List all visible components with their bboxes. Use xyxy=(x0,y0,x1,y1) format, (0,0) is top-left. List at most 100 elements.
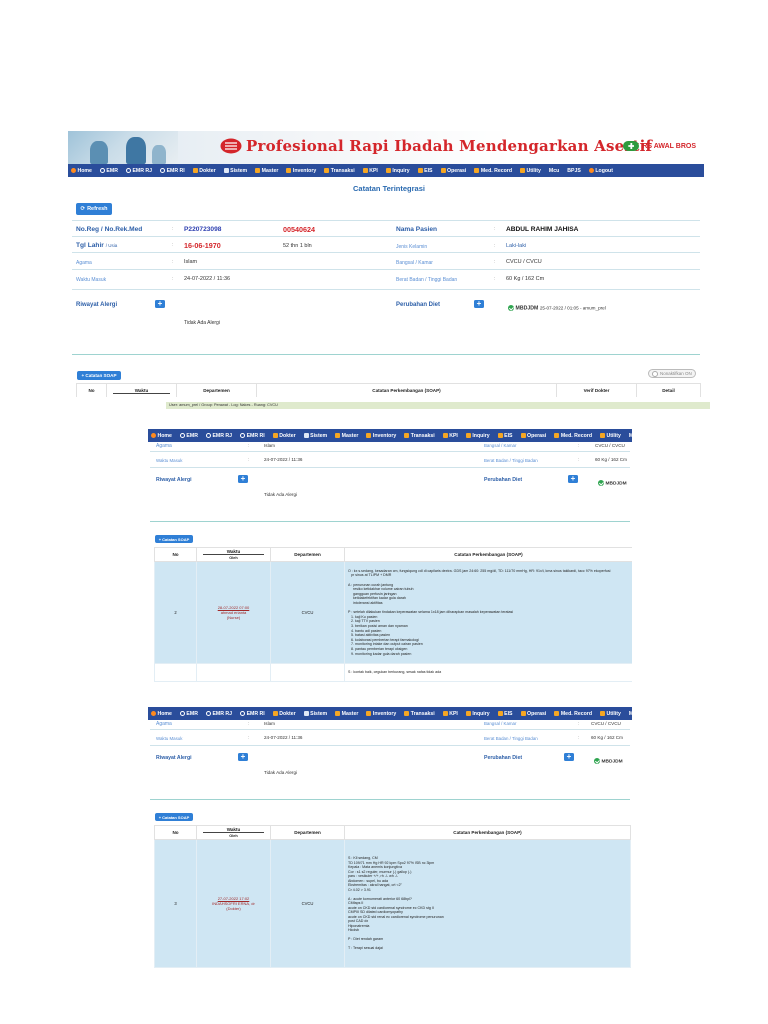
nav-item-transaksi[interactable]: Transaksi xyxy=(404,433,435,439)
nav-item-inquiry[interactable]: Inquiry xyxy=(465,711,490,717)
nav-item-home[interactable]: Home xyxy=(151,433,172,439)
nav-item-operasi[interactable]: Operasi xyxy=(520,433,546,439)
nav-item-inventory[interactable]: Inventory xyxy=(366,433,396,439)
add-alergi-button[interactable]: + xyxy=(238,753,248,761)
row-departemen: CVCU xyxy=(270,561,345,664)
alergi-value: Tidak Ada Alergi xyxy=(184,320,220,326)
hospital-logo: RS AWAL BROS xyxy=(623,141,696,151)
nav-item-utility[interactable]: Utility xyxy=(520,168,541,174)
add-diet-button[interactable]: + xyxy=(474,300,484,308)
nav-item-operasi[interactable]: Operasi xyxy=(440,168,466,174)
add-soap-button[interactable]: + Catatan SOAP xyxy=(155,535,193,543)
add-diet-button[interactable]: + xyxy=(564,753,574,761)
nav-item-dokter[interactable]: Dokter xyxy=(272,433,296,439)
add-soap-button[interactable]: + Catatan SOAP xyxy=(155,813,193,821)
table-row[interactable]: 2 28-07-2022 07:00 ahmad erianta (Nurse)… xyxy=(154,561,632,664)
nav-item-emr-ri[interactable]: EMR RI xyxy=(240,433,265,439)
home-icon xyxy=(151,711,156,716)
nav-item-emr[interactable]: EMR xyxy=(179,433,198,439)
add-alergi-button[interactable]: + xyxy=(238,475,248,483)
plus-icon xyxy=(520,711,526,716)
nav-item-mcu[interactable]: Mcu xyxy=(629,711,632,717)
nav-item-logout[interactable]: Logout xyxy=(588,168,613,174)
soap-table: No Waktu Oleh Departemen Catatan Perkemba… xyxy=(154,825,631,968)
nav-item-emr-rj[interactable]: EMR RJ xyxy=(205,711,232,717)
bb-label: Berat Badan / Tinggi Badan xyxy=(484,736,538,741)
diet-entry: MBDJDM xyxy=(594,758,623,764)
diet-entry: MBDJDM xyxy=(598,480,627,486)
nav-item-operasi[interactable]: Operasi xyxy=(520,711,546,717)
nav-item-sistem[interactable]: Sistem xyxy=(303,433,327,439)
nav-item-kpi[interactable]: KPI xyxy=(442,433,458,439)
bangsal-value: CVCU / CVCU xyxy=(595,443,625,448)
toggle-knob xyxy=(652,370,658,377)
col-catatan: Catatan Perkembangan (SOAP) xyxy=(344,547,632,562)
home-icon xyxy=(71,168,76,173)
nav-item-sistem[interactable]: Sistem xyxy=(223,168,247,174)
nav-item-emr-ri[interactable]: EMR RI xyxy=(240,711,265,717)
nav-item-master[interactable]: Master xyxy=(335,433,358,439)
add-soap-button[interactable]: + Catatan SOAP xyxy=(77,371,121,380)
nav-item-transaksi[interactable]: Transaksi xyxy=(324,168,355,174)
nav-item-home[interactable]: Home xyxy=(151,711,172,717)
nav-item-master[interactable]: Master xyxy=(335,711,358,717)
nav-item-bpjs[interactable]: BPJS xyxy=(567,168,581,174)
bb-value: 60 Kg / 162 Cm xyxy=(591,735,623,740)
search-icon xyxy=(385,168,391,173)
agama-label: Agama xyxy=(76,260,92,266)
nav-item-inventory[interactable]: Inventory xyxy=(286,168,316,174)
col-no: No xyxy=(154,547,197,562)
add-diet-button[interactable]: + xyxy=(568,475,578,483)
table-row[interactable]: 3 27-07-2022 17:02 INDAHSOFRI ERNA, dr (… xyxy=(154,839,631,968)
nav-item-emr-rj[interactable]: EMR RJ xyxy=(205,433,232,439)
record-icon xyxy=(205,433,211,438)
bb-value: 60 Kg / 162 Cm xyxy=(595,457,627,462)
nav-item-sistem[interactable]: Sistem xyxy=(303,711,327,717)
tgl-lahir-label: Tgl Lahir / Usia xyxy=(76,242,118,249)
nav-item-dokter[interactable]: Dokter xyxy=(272,711,296,717)
nav-item-kpi[interactable]: KPI xyxy=(362,168,378,174)
add-alergi-button[interactable]: + xyxy=(155,300,165,308)
row-no: 3 xyxy=(154,839,197,968)
nav-item-emr-ri[interactable]: EMR RI xyxy=(160,168,185,174)
alergi-label: Riwayat Alergi xyxy=(76,302,118,308)
row-soap: S : Kll sedang, CM TD 109/71 mm Hg HR 92… xyxy=(344,839,631,968)
nav-item-med-record[interactable]: Med. Record xyxy=(554,433,592,439)
nav-item-eis[interactable]: EIS xyxy=(497,711,513,717)
nav-item-inventory[interactable]: Inventory xyxy=(366,711,396,717)
database-icon xyxy=(255,168,261,173)
bangsal-value: CVCU / CVCU xyxy=(591,721,621,726)
nav-item-eis[interactable]: EIS xyxy=(497,433,513,439)
table-row[interactable]: S : kontak baik, cegukan berkurang, sesa… xyxy=(154,663,632,682)
bb-label: Berat Badan / Tinggi Badan xyxy=(396,277,458,283)
nav-item-emr[interactable]: EMR xyxy=(99,168,118,174)
nav-item-inquiry[interactable]: Inquiry xyxy=(465,433,490,439)
nav-item-dokter[interactable]: Dokter xyxy=(192,168,216,174)
screenshot-panel-2: Home EMR EMR RJ EMR RI Dokter Sistem Master Inv… xyxy=(148,429,632,692)
col-no: No xyxy=(154,825,197,840)
nav-item-mcu[interactable]: Mcu xyxy=(549,168,559,174)
nav-item-emr-rj[interactable]: EMR RJ xyxy=(125,168,152,174)
col-waktu: Waktu Oleh xyxy=(196,547,271,562)
nav-item-kpi[interactable]: KPI xyxy=(442,711,458,717)
nav-item-home[interactable]: Home xyxy=(71,168,92,174)
nav-item-utility[interactable]: Utility xyxy=(600,711,621,717)
nav-item-inquiry[interactable]: Inquiry xyxy=(385,168,410,174)
nav-item-med-record[interactable]: Med. Record xyxy=(474,168,512,174)
nav-item-transaksi[interactable]: Transaksi xyxy=(404,711,435,717)
tagline: Profesional Rapi Ibadah Mendengarkan Ase… xyxy=(246,137,653,155)
waktu-masuk-label: Waktu Masuk xyxy=(156,458,183,463)
nav-item-mcu[interactable]: Mcu xyxy=(629,433,632,439)
refresh-button[interactable]: ⟳ Refresh xyxy=(76,203,112,215)
nav-item-master[interactable]: Master xyxy=(255,168,278,174)
nav-item-eis[interactable]: EIS xyxy=(417,168,433,174)
page-title: Catatan Terintegrasi xyxy=(353,184,425,193)
nav-item-utility[interactable]: Utility xyxy=(600,433,621,439)
nonaktifkan-toggle[interactable]: Nonaktifkan ON xyxy=(648,369,696,378)
chart-icon xyxy=(442,711,448,716)
nav-item-med-record[interactable]: Med. Record xyxy=(554,711,592,717)
nav-item-emr[interactable]: EMR xyxy=(179,711,198,717)
dashboard-icon xyxy=(497,433,503,438)
check-icon xyxy=(594,758,600,764)
soap-table-header: No Waktu Departemen Catatan Perkembangan… xyxy=(76,383,701,397)
